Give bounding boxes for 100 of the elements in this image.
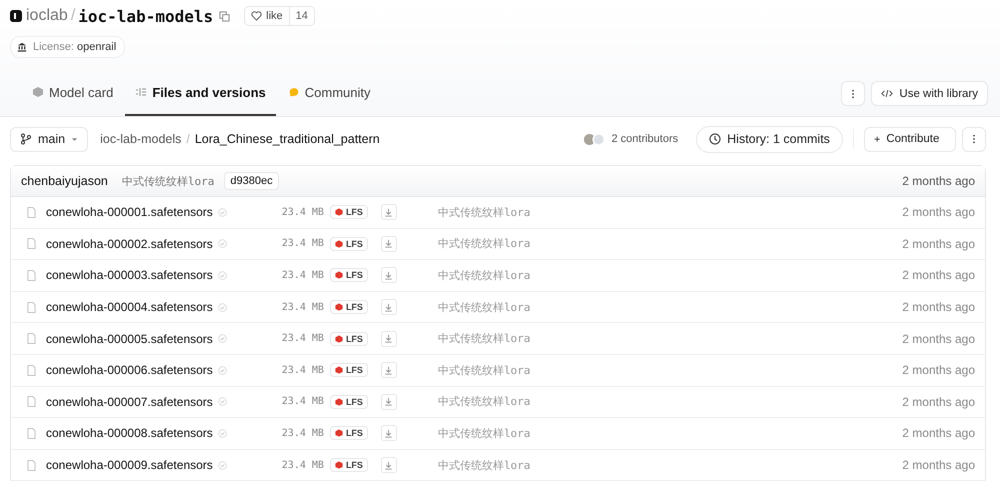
license-tag[interactable]: License: openrail	[10, 36, 126, 58]
kebab-menu-icon	[972, 134, 976, 144]
file-link[interactable]: conewloha-000005.safetensors	[46, 332, 213, 346]
commit-message: 中式传统纹样lora	[122, 174, 214, 188]
lfs-badge: LFS	[330, 332, 368, 346]
file-icon	[27, 206, 36, 218]
download-button[interactable]	[380, 425, 397, 442]
file-icon	[27, 428, 36, 439]
lfs-badge: LFS	[330, 236, 368, 251]
file-date: 2 months ago	[902, 300, 975, 314]
check-badge-icon	[218, 302, 227, 312]
download-button[interactable]	[380, 236, 397, 252]
file-date: 2 months ago	[902, 205, 975, 220]
cube-icon	[334, 461, 343, 470]
tab[interactable]: Model card	[22, 70, 124, 116]
download-button[interactable]	[380, 204, 397, 220]
check-badge-icon	[218, 366, 227, 375]
download-button[interactable]	[380, 267, 397, 284]
file-icon	[27, 270, 36, 281]
path-separator: /	[70, 7, 76, 25]
commit-message: 中式传统纹样lora	[438, 458, 530, 473]
cube-icon	[334, 398, 343, 406]
owner-link[interactable]: ioclab	[26, 7, 68, 25]
file-date: 2 months ago	[902, 458, 975, 472]
download-button[interactable]	[380, 362, 397, 378]
check-badge-icon	[218, 239, 227, 248]
commit-message: 中式传统纹样lora	[438, 268, 530, 283]
clock-icon	[709, 133, 722, 145]
branch-dropdown[interactable]: main	[10, 126, 88, 152]
download-icon	[384, 302, 394, 312]
branch-icon	[20, 133, 32, 145]
history-button[interactable]: History: 1 commits	[696, 126, 843, 152]
tab[interactable]: Community	[278, 70, 380, 116]
file-icon	[27, 302, 36, 313]
use-with-library-button[interactable]: Use with library	[871, 81, 988, 106]
heart-icon	[251, 11, 262, 21]
file-link[interactable]: conewloha-000002.safetensors	[46, 236, 213, 251]
like-button[interactable]: like 14	[244, 6, 315, 26]
file-size: 23.4 MB	[282, 460, 324, 471]
cube-icon	[334, 271, 343, 280]
cube-icon	[32, 86, 44, 98]
speech-bubble-icon	[288, 86, 300, 98]
download-icon	[384, 428, 394, 438]
path-separator: /	[186, 132, 190, 146]
lfs-badge: LFS	[330, 458, 368, 472]
commit-message: 中式传统纹样lora	[438, 426, 530, 441]
file-date: 2 months ago	[902, 268, 975, 282]
file-size: 23.4 MB	[282, 238, 324, 250]
contributors-link[interactable]: 2 contributors	[611, 133, 678, 145]
file-link[interactable]: conewloha-000004.safetensors	[46, 300, 213, 314]
file-link[interactable]: conewloha-000003.safetensors	[46, 268, 213, 282]
commit-hash[interactable]: d9380ec	[224, 172, 279, 190]
download-button[interactable]	[380, 330, 397, 347]
lfs-badge: LFS	[330, 300, 368, 314]
file-icon	[27, 333, 36, 344]
cube-icon	[334, 366, 343, 374]
file-link[interactable]: conewloha-000007.safetensors	[46, 394, 213, 409]
plus-icon	[874, 136, 880, 142]
download-icon	[384, 208, 394, 217]
cube-icon	[334, 429, 343, 438]
commit-message: 中式传统纹样lora	[438, 204, 530, 220]
file-date: 2 months ago	[902, 363, 975, 378]
file-date: 2 months ago	[902, 426, 975, 440]
download-button[interactable]	[380, 457, 397, 474]
file-icon	[27, 396, 36, 408]
cube-icon	[334, 208, 343, 216]
lfs-badge: LFS	[330, 394, 368, 409]
tab[interactable]: Files and versions	[125, 70, 276, 116]
check-badge-icon	[218, 397, 227, 406]
lfs-badge: LFS	[330, 205, 368, 220]
file-size: 23.4 MB	[282, 206, 324, 218]
file-link[interactable]: conewloha-000009.safetensors	[46, 458, 213, 472]
commit-author[interactable]: chenbaiyujason	[21, 174, 108, 188]
download-button[interactable]	[380, 394, 397, 410]
like-count: 14	[288, 7, 314, 25]
org-logo-icon	[10, 10, 22, 22]
file-link[interactable]: conewloha-000006.safetensors	[46, 363, 213, 378]
copy-icon[interactable]	[219, 10, 230, 22]
file-link[interactable]: conewloha-000008.safetensors	[46, 426, 213, 440]
bank-icon	[17, 42, 27, 52]
file-link[interactable]: conewloha-000001.safetensors	[46, 205, 213, 220]
check-badge-icon	[218, 460, 227, 470]
file-size: 23.4 MB	[282, 302, 324, 313]
file-date: 2 months ago	[902, 236, 975, 251]
commit-message: 中式传统纹样lora	[438, 362, 530, 378]
cube-icon	[334, 334, 343, 343]
list-icon	[135, 86, 148, 98]
commit-message: 中式传统纹样lora	[438, 300, 530, 315]
file-date: 2 months ago	[902, 332, 975, 346]
contribute-button[interactable]: Contribute	[864, 126, 956, 152]
check-badge-icon	[218, 270, 227, 280]
code-icon	[881, 89, 894, 98]
commit-message: 中式传统纹样lora	[438, 331, 530, 346]
breadcrumb-link[interactable]: Lora_Chinese_traditional_pattern	[194, 132, 380, 146]
download-button[interactable]	[380, 299, 397, 316]
cube-icon	[334, 303, 343, 312]
check-badge-icon	[218, 334, 227, 344]
breadcrumb-link[interactable]: ioc-lab-models	[100, 132, 182, 146]
file-date: 2 months ago	[902, 394, 975, 409]
commit-message: 中式传统纹样lora	[438, 394, 530, 410]
